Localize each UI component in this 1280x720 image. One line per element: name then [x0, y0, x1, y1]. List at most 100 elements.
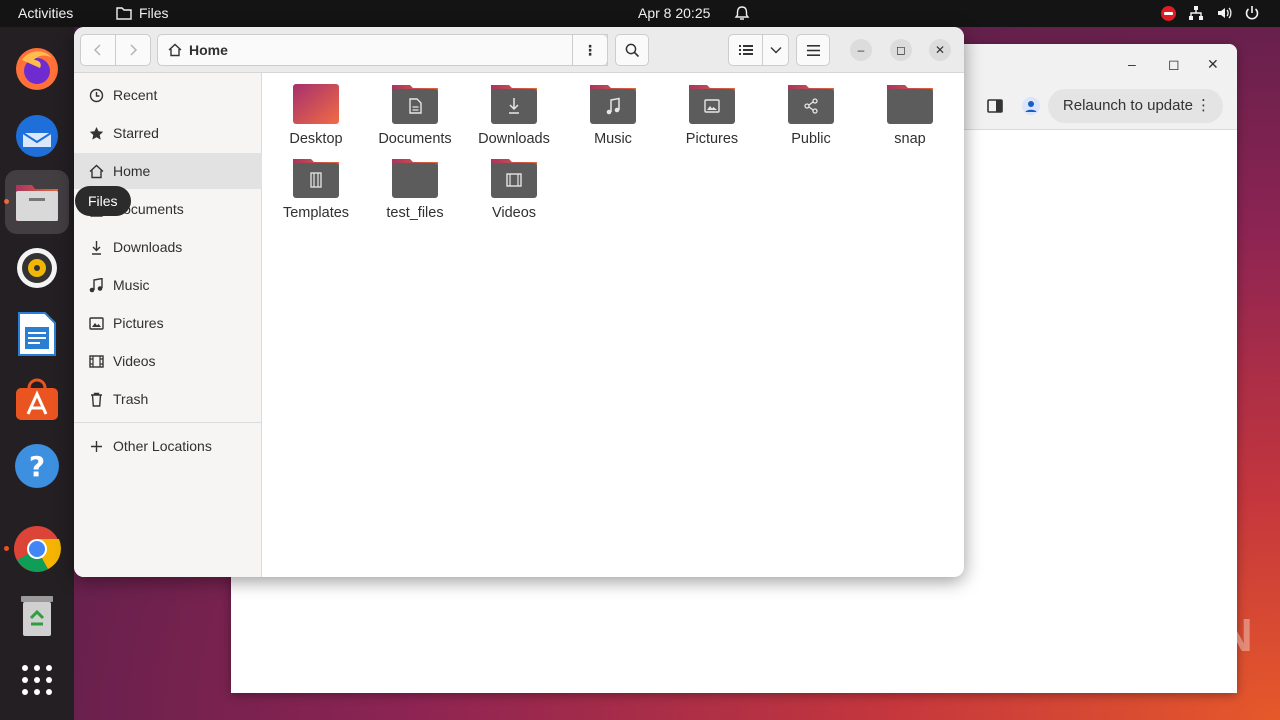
sidebar-item-label: Other Locations	[113, 438, 212, 454]
videos-folder-icon	[491, 159, 537, 198]
folder-icon	[887, 85, 933, 124]
list-view-icon	[738, 45, 753, 55]
minimize-button[interactable]: –	[850, 39, 872, 61]
path-label: Home	[189, 42, 228, 58]
rhythmbox-icon[interactable]	[5, 236, 69, 300]
folder-label: Music	[594, 131, 632, 147]
side-panel-icon[interactable]	[987, 98, 1003, 114]
help-icon[interactable]: ?	[5, 434, 69, 498]
app-menu[interactable]: Files	[116, 5, 169, 21]
more-icon: ⋮	[583, 41, 597, 58]
sidebar-item-label: Starred	[113, 125, 159, 141]
network-icon	[1189, 6, 1203, 20]
file-grid[interactable]: Desktop Documents Downloads Music Pictur…	[262, 73, 964, 577]
folder-public[interactable]: Public	[761, 73, 861, 147]
documents-folder-icon	[392, 85, 438, 124]
folder-desktop[interactable]: Desktop	[266, 73, 366, 147]
folder-videos[interactable]: Videos	[464, 147, 564, 221]
home-icon	[168, 43, 182, 57]
search-button[interactable]	[615, 34, 649, 66]
sidebar-item-music[interactable]: Music	[74, 267, 262, 303]
trash-icon	[88, 391, 104, 407]
show-apps-icon[interactable]	[5, 648, 69, 712]
picture-icon	[88, 315, 104, 331]
folder-label: Downloads	[478, 131, 550, 147]
folder-music[interactable]: Music	[563, 73, 663, 147]
folder-templates[interactable]: Templates	[266, 147, 366, 221]
folder-label: snap	[894, 131, 926, 147]
sidebar-item-pictures[interactable]: Pictures	[74, 305, 262, 341]
forward-button[interactable]	[115, 34, 151, 66]
public-folder-icon	[788, 85, 834, 124]
video-icon	[88, 353, 104, 369]
chevron-left-icon	[93, 44, 101, 56]
libreoffice-writer-icon[interactable]	[5, 302, 69, 366]
folder-label: Videos	[491, 205, 537, 221]
sidebar-item-recent[interactable]: Recent	[74, 77, 262, 113]
top-bar: Activities Files Apr 8 20:25	[0, 0, 1280, 27]
list-view-button[interactable]	[728, 34, 763, 66]
bell-icon[interactable]	[734, 5, 750, 25]
minimize-icon: –	[857, 43, 865, 57]
back-button[interactable]	[80, 34, 116, 66]
sidebar-item-label: Home	[113, 163, 151, 179]
folder-snap[interactable]: snap	[860, 73, 960, 147]
folder-downloads[interactable]: Downloads	[464, 73, 564, 147]
plus-icon	[88, 438, 104, 454]
profile-icon[interactable]	[1022, 97, 1040, 115]
folder-label: Public	[791, 131, 831, 147]
close-button[interactable]: ✕	[929, 39, 951, 61]
sidebar-item-label: Videos	[113, 353, 156, 369]
maximize-button[interactable]: ◻	[890, 39, 912, 61]
minimize-icon[interactable]: –	[1128, 56, 1136, 72]
folder-pictures[interactable]: Pictures	[662, 73, 762, 147]
ubuntu-software-icon[interactable]	[5, 368, 69, 432]
star-icon	[88, 125, 104, 141]
close-icon[interactable]: ✕	[1207, 56, 1219, 73]
relaunch-button[interactable]: Relaunch to update ⋮	[1047, 89, 1223, 123]
sidebar-item-label: Pictures	[113, 315, 164, 331]
thunderbird-icon[interactable]	[5, 103, 69, 167]
main-menu-button[interactable]	[796, 34, 830, 66]
dock: ?	[0, 27, 74, 720]
chevron-right-icon	[130, 44, 138, 56]
activities-button[interactable]: Activities	[18, 5, 73, 21]
dock-tooltip: Files	[75, 186, 131, 216]
volume-icon	[1218, 7, 1232, 19]
sidebar-item-trash[interactable]: Trash	[74, 381, 262, 417]
chevron-down-icon	[770, 47, 781, 54]
chrome-icon[interactable]	[5, 517, 69, 581]
folder-test-files[interactable]: test_files	[365, 147, 465, 221]
system-tray[interactable]	[1161, 5, 1260, 21]
clock[interactable]: Apr 8 20:25	[638, 5, 710, 21]
path-bar[interactable]: Home	[157, 34, 608, 66]
templates-folder-icon	[293, 159, 339, 198]
sidebar-item-other-locations[interactable]: Other Locations	[74, 428, 262, 464]
clock-icon	[88, 87, 104, 103]
sidebar-item-home[interactable]: Home	[74, 153, 262, 189]
folder-label: Desktop	[289, 131, 343, 147]
view-options-button[interactable]	[762, 34, 789, 66]
sidebar-item-starred[interactable]: Starred	[74, 115, 262, 151]
folder-label: Documents	[378, 131, 452, 147]
close-icon: ✕	[934, 43, 946, 57]
watermark: ANY RUN	[1038, 609, 1254, 661]
firefox-icon[interactable]	[5, 37, 69, 101]
sidebar-item-downloads[interactable]: Downloads	[74, 229, 262, 265]
folder-documents[interactable]: Documents	[365, 73, 465, 147]
files-icon[interactable]	[5, 170, 69, 234]
sidebar: Recent Starred Home Documents Downloads …	[74, 73, 262, 577]
hamburger-icon	[806, 44, 820, 56]
maximize-icon[interactable]: ◻	[1168, 56, 1180, 73]
search-icon	[625, 43, 639, 57]
folder-label: test_files	[386, 205, 444, 221]
trash-icon[interactable]	[5, 583, 69, 647]
sidebar-item-videos[interactable]: Videos	[74, 343, 262, 379]
pictures-folder-icon	[689, 85, 735, 124]
folder-label: Templates	[282, 205, 350, 221]
music-icon	[88, 277, 104, 293]
downloads-folder-icon	[491, 85, 537, 124]
files-window[interactable]: Home ⋮ – ◻ ✕ Recent Starred Home Documen…	[74, 27, 964, 577]
folder-icon	[116, 7, 132, 20]
path-menu-button[interactable]: ⋮	[572, 34, 608, 66]
